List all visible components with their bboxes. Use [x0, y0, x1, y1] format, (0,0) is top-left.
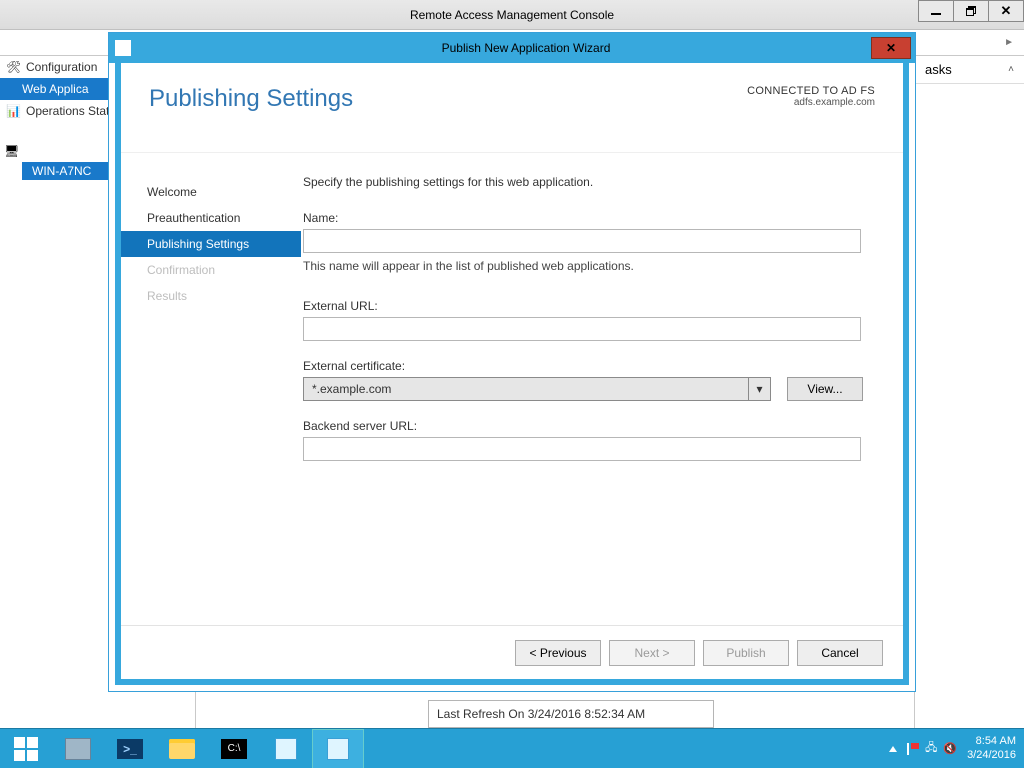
form-description: Specify the publishing settings for this…	[303, 175, 879, 189]
chevron-down-icon[interactable]: ▾	[748, 378, 770, 400]
wizard-steps-list: Welcome Preauthentication Publishing Set…	[121, 153, 301, 625]
wizard-form: Specify the publishing settings for this…	[301, 153, 903, 625]
name-hint: This name will appear in the list of pub…	[303, 259, 879, 273]
nav-arrow-right-icon[interactable]: ►	[1004, 37, 1014, 48]
name-input[interactable]	[303, 229, 861, 253]
name-label: Name:	[303, 211, 879, 225]
cmd-icon: C:\	[221, 739, 247, 759]
wizard-connection-info: CONNECTED TO AD FS adfs.example.com	[747, 85, 875, 108]
wizard-header: Publishing Settings CONNECTED TO AD FS a…	[121, 63, 903, 153]
wrench-icon: 🛠	[6, 60, 20, 74]
step-results: Results	[121, 283, 301, 309]
wizard-titlebar[interactable]: Publish New Application Wizard	[109, 33, 915, 63]
outer-titlebar: Remote Access Management Console	[0, 0, 1024, 30]
volume-mute-icon[interactable]: 🔇	[943, 742, 957, 755]
remote-access-icon	[327, 738, 349, 760]
taskbar-powershell[interactable]: >_	[104, 729, 156, 768]
windows-taskbar: >_ C:\ 🖧 🔇 8:54 AM 3/	[0, 728, 1024, 768]
step-confirmation: Confirmation	[121, 257, 301, 283]
wizard-body: Welcome Preauthentication Publishing Set…	[121, 153, 903, 625]
connected-label: CONNECTED TO AD FS	[747, 85, 875, 97]
backend-url-label: Backend server URL:	[303, 419, 879, 433]
system-tray: 🖧 🔇	[907, 739, 957, 758]
folder-icon	[169, 739, 195, 759]
tree-item-label: Operations Stat	[26, 104, 109, 118]
tray-overflow-icon[interactable]	[889, 746, 897, 752]
network-icon[interactable]: 🖧	[925, 739, 937, 758]
maximize-button[interactable]	[953, 0, 989, 22]
chart-icon: 📊	[6, 104, 20, 118]
view-certificate-button[interactable]: View...	[787, 377, 863, 401]
action-center-flag-icon[interactable]	[907, 743, 919, 755]
tree-item-label: WIN-A7NC	[32, 164, 91, 178]
wizard-close-button[interactable]	[871, 37, 911, 59]
backend-url-input[interactable]	[303, 437, 861, 461]
outer-window-controls	[919, 0, 1024, 22]
tasks-header[interactable]: asks ˄	[915, 56, 1024, 84]
taskbar-app-generic-1[interactable]	[260, 729, 312, 768]
wizard-title: Publish New Application Wizard	[137, 41, 915, 55]
taskbar-clock[interactable]: 8:54 AM 3/24/2016	[967, 735, 1016, 761]
powershell-icon: >_	[117, 739, 143, 759]
external-certificate-dropdown[interactable]: *.example.com ▾	[303, 377, 771, 401]
taskbar-date: 3/24/2016	[967, 749, 1016, 762]
publish-application-wizard: Publish New Application Wizard Publishin…	[108, 32, 916, 692]
windows-logo-icon	[14, 737, 38, 761]
refresh-status-bar: Last Refresh On 3/24/2016 8:52:34 AM	[428, 700, 714, 728]
tasks-pane: asks ˄	[914, 56, 1024, 728]
app-icon	[275, 738, 297, 760]
server-icon: 🖥	[4, 144, 18, 158]
wizard-title-icon	[115, 40, 131, 56]
chevron-up-icon[interactable]: ˄	[1008, 64, 1014, 75]
external-certificate-value: *.example.com	[312, 382, 391, 396]
tree-item-label: Web Applica	[22, 82, 89, 96]
server-manager-icon	[65, 738, 91, 760]
taskbar-time: 8:54 AM	[967, 735, 1016, 748]
taskbar-explorer[interactable]	[156, 729, 208, 768]
start-button[interactable]	[0, 729, 52, 768]
step-preauthentication[interactable]: Preauthentication	[121, 205, 301, 231]
taskbar-server-manager[interactable]	[52, 729, 104, 768]
minimize-button[interactable]	[918, 0, 954, 22]
outer-close-button[interactable]	[988, 0, 1024, 22]
previous-button[interactable]: < Previous	[515, 640, 601, 666]
outer-window-title: Remote Access Management Console	[0, 8, 1024, 22]
publish-button: Publish	[703, 640, 789, 666]
next-button: Next >	[609, 640, 695, 666]
external-url-input[interactable]	[303, 317, 861, 341]
tree-item-label: Configuration	[26, 60, 97, 74]
wizard-footer: < Previous Next > Publish Cancel	[121, 625, 903, 679]
cancel-button[interactable]: Cancel	[797, 640, 883, 666]
external-url-label: External URL:	[303, 299, 879, 313]
taskbar-left: >_ C:\	[0, 729, 364, 768]
taskbar-cmd[interactable]: C:\	[208, 729, 260, 768]
step-publishing-settings[interactable]: Publishing Settings	[121, 231, 301, 257]
refresh-status-text: Last Refresh On 3/24/2016 8:52:34 AM	[437, 707, 645, 721]
step-welcome[interactable]: Welcome	[121, 179, 301, 205]
taskbar-right: 🖧 🔇 8:54 AM 3/24/2016	[881, 735, 1024, 761]
external-certificate-label: External certificate:	[303, 359, 879, 373]
tasks-header-label: asks	[925, 62, 952, 77]
connected-server: adfs.example.com	[747, 97, 875, 108]
taskbar-remote-access[interactable]	[312, 729, 364, 768]
wizard-page-heading: Publishing Settings	[149, 85, 353, 113]
